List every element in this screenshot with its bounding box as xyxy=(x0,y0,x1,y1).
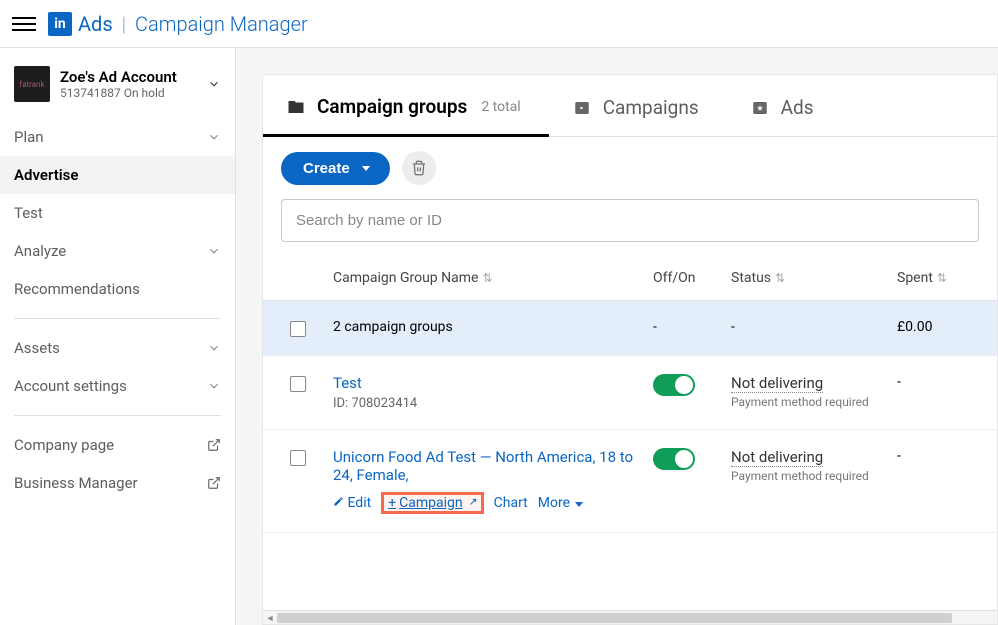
account-thumbnail: fatrank xyxy=(14,66,50,102)
hamburger-menu-icon[interactable] xyxy=(12,12,36,36)
sidebar-item-label: Business Manager xyxy=(14,474,138,492)
sidebar-item-label: Analyze xyxy=(14,242,66,260)
scroll-left-arrow-icon[interactable]: ◄ xyxy=(265,613,275,623)
campaign-icon xyxy=(571,99,593,117)
summary-spent: £0.00 xyxy=(897,319,975,335)
ads-icon xyxy=(749,99,771,117)
account-name: Zoe's Ad Account xyxy=(60,68,177,86)
select-all-checkbox[interactable] xyxy=(290,321,306,337)
sidebar-item-account-settings[interactable]: Account settings xyxy=(0,367,235,405)
sidebar-item-recommendations[interactable]: Recommendations xyxy=(0,270,235,308)
tab-label: Ads xyxy=(781,96,814,119)
col-name[interactable]: Campaign Group Name⇅ xyxy=(333,270,653,286)
panel: Campaign groups 2 total Campaigns Ads xyxy=(262,74,998,625)
external-link-icon xyxy=(207,438,221,452)
campaign-group-name[interactable]: Test xyxy=(333,374,643,392)
account-switcher[interactable]: fatrank Zoe's Ad Account 513741887 On ho… xyxy=(0,56,235,118)
create-button[interactable]: Create xyxy=(281,152,390,185)
status-subtext: Payment method required xyxy=(731,395,897,409)
chevron-down-icon xyxy=(207,130,221,144)
edit-action[interactable]: Edit xyxy=(333,495,371,511)
col-spent[interactable]: Spent⇅ xyxy=(897,270,975,286)
chart-action[interactable]: Chart xyxy=(494,495,528,511)
col-status[interactable]: Status⇅ xyxy=(731,270,897,286)
add-campaign-action[interactable]: + Campaign xyxy=(388,495,476,511)
sidebar-item-label: Plan xyxy=(14,128,44,146)
sidebar-item-test[interactable]: Test xyxy=(0,194,235,232)
more-action[interactable]: More xyxy=(538,495,584,511)
table-row: Unicorn Food Ad Test — North America, 18… xyxy=(263,430,997,533)
pencil-icon xyxy=(333,496,344,507)
brand-campaign-manager: Campaign Manager xyxy=(135,12,308,36)
sort-icon: ⇅ xyxy=(937,271,947,285)
sidebar-item-assets[interactable]: Assets xyxy=(0,329,235,367)
main-content: Campaign groups 2 total Campaigns Ads xyxy=(236,48,998,625)
sort-icon: ⇅ xyxy=(482,271,492,285)
sidebar-item-label: Recommendations xyxy=(14,280,140,298)
sidebar-item-plan[interactable]: Plan xyxy=(0,118,235,156)
table-row: Test ID: 708023414 Not delivering Paymen… xyxy=(263,356,997,430)
delete-button[interactable] xyxy=(402,151,436,185)
chevron-down-icon xyxy=(207,341,221,355)
col-off-on: Off/On xyxy=(653,270,731,286)
sidebar-item-business-manager[interactable]: Business Manager xyxy=(0,464,235,502)
sidebar-item-company-page[interactable]: Company page xyxy=(0,426,235,464)
status-text: Not delivering xyxy=(731,448,823,467)
on-off-toggle[interactable] xyxy=(653,448,695,470)
chevron-down-icon xyxy=(207,244,221,258)
summary-status: - xyxy=(731,319,897,335)
brand-ads: Ads xyxy=(78,12,113,36)
sidebar: fatrank Zoe's Ad Account 513741887 On ho… xyxy=(0,48,236,625)
status-text: Not delivering xyxy=(731,374,823,393)
sidebar-item-label: Advertise xyxy=(14,166,78,184)
spent-value: - xyxy=(897,374,975,390)
scroll-thumb[interactable] xyxy=(277,613,952,623)
table-header: Campaign Group Name⇅ Off/On Status⇅ Spen… xyxy=(263,256,997,301)
sidebar-item-label: Account settings xyxy=(14,377,127,395)
tab-count: 2 total xyxy=(481,99,520,115)
add-campaign-highlight: + Campaign xyxy=(381,492,483,514)
sidebar-item-advertise[interactable]: Advertise xyxy=(0,156,235,194)
spent-value: - xyxy=(897,448,975,464)
chevron-down-icon xyxy=(207,77,221,91)
external-link-icon xyxy=(466,498,477,509)
top-bar: in Ads | Campaign Manager xyxy=(0,0,998,48)
sidebar-item-analyze[interactable]: Analyze xyxy=(0,232,235,270)
tab-ads[interactable]: Ads xyxy=(727,75,842,136)
row-actions: Edit + Campaign Chart More xyxy=(333,492,643,514)
sidebar-item-label: Test xyxy=(14,204,43,222)
toolbar: Create xyxy=(263,137,997,199)
tab-campaign-groups[interactable]: Campaign groups 2 total xyxy=(263,75,549,137)
sort-icon: ⇅ xyxy=(775,271,785,285)
trash-icon xyxy=(411,160,427,176)
summary-row: 2 campaign groups - - £0.00 xyxy=(263,301,997,356)
row-checkbox[interactable] xyxy=(290,450,306,466)
entity-tabs: Campaign groups 2 total Campaigns Ads xyxy=(263,75,997,137)
on-off-toggle[interactable] xyxy=(653,374,695,396)
account-sub: 513741887 On hold xyxy=(60,86,177,100)
brand-title: Ads | Campaign Manager xyxy=(78,12,308,36)
folder-icon xyxy=(285,98,307,116)
horizontal-scrollbar[interactable]: ◄ xyxy=(263,610,997,624)
campaign-group-name[interactable]: Unicorn Food Ad Test — North America, 18… xyxy=(333,448,643,484)
search-input[interactable] xyxy=(281,199,979,242)
tab-campaigns[interactable]: Campaigns xyxy=(549,75,727,136)
sidebar-item-label: Assets xyxy=(14,339,60,357)
summary-text: 2 campaign groups xyxy=(333,319,653,335)
caret-down-icon xyxy=(575,502,583,507)
external-link-icon xyxy=(207,476,221,490)
sidebar-item-label: Company page xyxy=(14,436,114,454)
status-subtext: Payment method required xyxy=(731,469,897,483)
chevron-down-icon xyxy=(207,379,221,393)
tab-label: Campaign groups xyxy=(317,95,467,118)
search-wrapper xyxy=(263,199,997,256)
linkedin-logo-icon[interactable]: in xyxy=(48,12,72,36)
summary-off: - xyxy=(653,319,731,335)
row-checkbox[interactable] xyxy=(290,376,306,392)
tab-label: Campaigns xyxy=(603,96,699,119)
campaign-group-id: ID: 708023414 xyxy=(333,396,643,411)
